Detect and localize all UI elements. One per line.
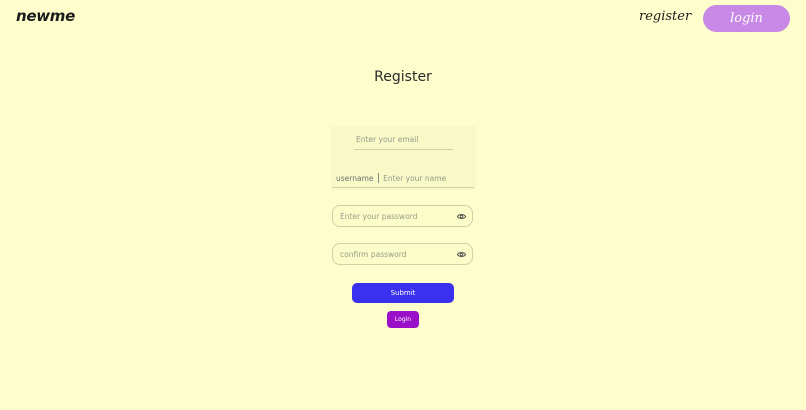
submit-button[interactable]: Submit xyxy=(352,283,454,303)
confirm-password-input[interactable] xyxy=(340,249,457,259)
password-input[interactable] xyxy=(340,211,457,221)
username-prefix-label: username xyxy=(336,173,374,183)
register-page: newme register login Register username S… xyxy=(0,0,806,410)
login-button[interactable]: Login xyxy=(387,311,419,328)
page-title: Register xyxy=(374,69,432,85)
email-input[interactable] xyxy=(354,135,453,144)
email-field[interactable] xyxy=(354,130,453,150)
eye-icon[interactable] xyxy=(457,250,466,259)
confirm-password-field[interactable] xyxy=(332,243,473,265)
password-field[interactable] xyxy=(332,205,473,227)
name-field[interactable]: username xyxy=(332,169,474,188)
name-input[interactable] xyxy=(383,173,474,183)
nav-login-button[interactable]: login xyxy=(703,5,790,32)
logo[interactable]: newme xyxy=(16,7,75,25)
nav-register-link[interactable]: register xyxy=(639,9,691,24)
field-divider xyxy=(377,173,379,183)
eye-icon[interactable] xyxy=(457,212,466,221)
